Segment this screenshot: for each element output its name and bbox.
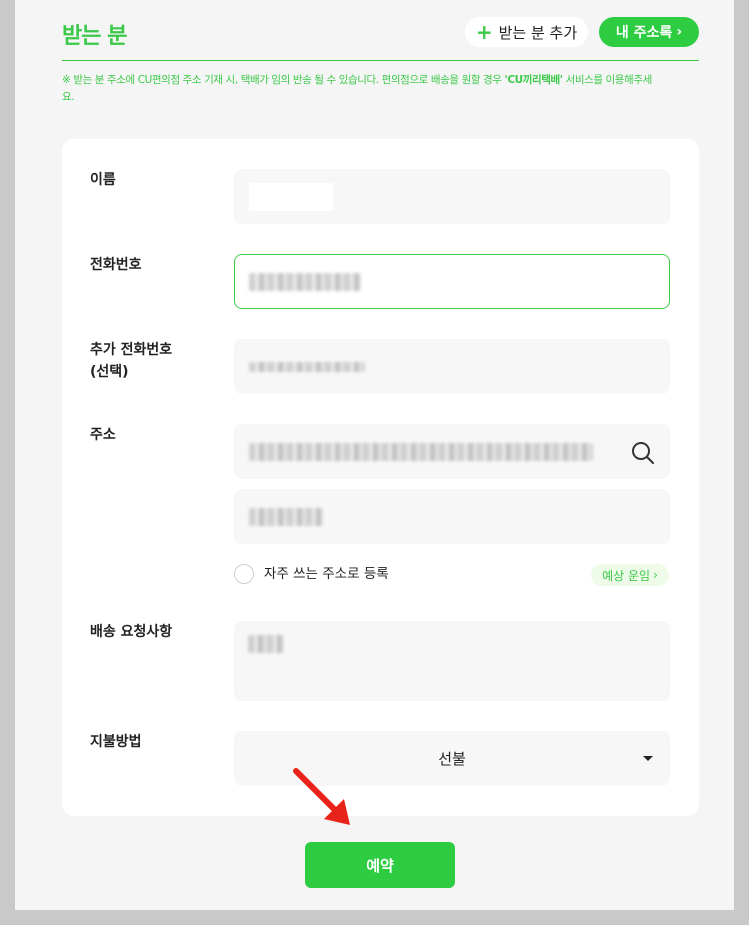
redacted-value xyxy=(249,361,365,372)
redacted-value xyxy=(249,272,361,291)
page: 받는 분 + 받는 분 추가 내 주소록 › ※ 받는 분 주소에 CU편의점 … xyxy=(15,0,734,910)
request-label: 배송 요청사항 xyxy=(90,624,173,640)
payment-label: 지불방법 xyxy=(90,734,142,750)
extra-phone-label-line2: (선택) xyxy=(90,364,129,380)
extra-phone-input[interactable] xyxy=(234,339,670,394)
redacted-value xyxy=(249,182,333,211)
expected-shipping-label: 예상 운임 xyxy=(602,568,651,583)
address-book-label: 내 주소록 xyxy=(615,25,673,41)
phone-input[interactable] xyxy=(234,254,670,309)
payment-selected-value: 선불 xyxy=(438,750,466,768)
extra-phone-label: 추가 전화번호 (선택) xyxy=(90,339,172,383)
add-recipient-button[interactable]: + 받는 분 추가 xyxy=(465,17,588,47)
address-detail-input[interactable] xyxy=(234,489,670,544)
red-arrow-annotation xyxy=(293,768,350,825)
dropdown-arrow-icon xyxy=(643,756,653,761)
extra-phone-label-line1: 추가 전화번호 xyxy=(90,342,173,358)
recipient-form: 이름 전화번호 추가 전화번호 (선택) 주소 자주 쓰는 주소로 등록 예상 … xyxy=(62,139,699,816)
address-book-button[interactable]: 내 주소록 › xyxy=(599,17,699,47)
add-recipient-label: 받는 분 추가 xyxy=(498,23,578,42)
expected-shipping-button[interactable]: 예상 운임 › xyxy=(591,564,669,586)
header-divider xyxy=(62,60,699,61)
section-title: 받는 분 xyxy=(62,24,127,49)
address-input[interactable] xyxy=(234,424,670,479)
address-label: 주소 xyxy=(90,427,116,443)
save-address-label[interactable]: 자주 쓰는 주소로 등록 xyxy=(264,564,389,584)
redacted-value xyxy=(249,442,593,461)
search-icon[interactable] xyxy=(631,441,655,465)
notice-emphasis: 'CU끼리택배' xyxy=(504,74,564,86)
chevron-right-icon: › xyxy=(653,568,658,582)
name-label: 이름 xyxy=(90,172,116,188)
request-textarea[interactable] xyxy=(234,621,670,701)
redacted-value xyxy=(249,507,323,526)
plus-icon: + xyxy=(475,20,493,44)
name-input[interactable] xyxy=(234,169,670,224)
save-address-radio[interactable] xyxy=(234,564,254,584)
chevron-right-icon: › xyxy=(676,24,683,40)
notice-text-main: ※ 받는 분 주소에 CU편의점 주소 기재 시, 택배가 임의 반송 될 수 … xyxy=(62,74,505,86)
phone-label: 전화번호 xyxy=(90,257,142,273)
redacted-value xyxy=(248,635,284,653)
reserve-button[interactable]: 예약 xyxy=(305,842,455,888)
notice-text: ※ 받는 분 주소에 CU편의점 주소 기재 시, 택배가 임의 반송 될 수 … xyxy=(62,72,662,106)
